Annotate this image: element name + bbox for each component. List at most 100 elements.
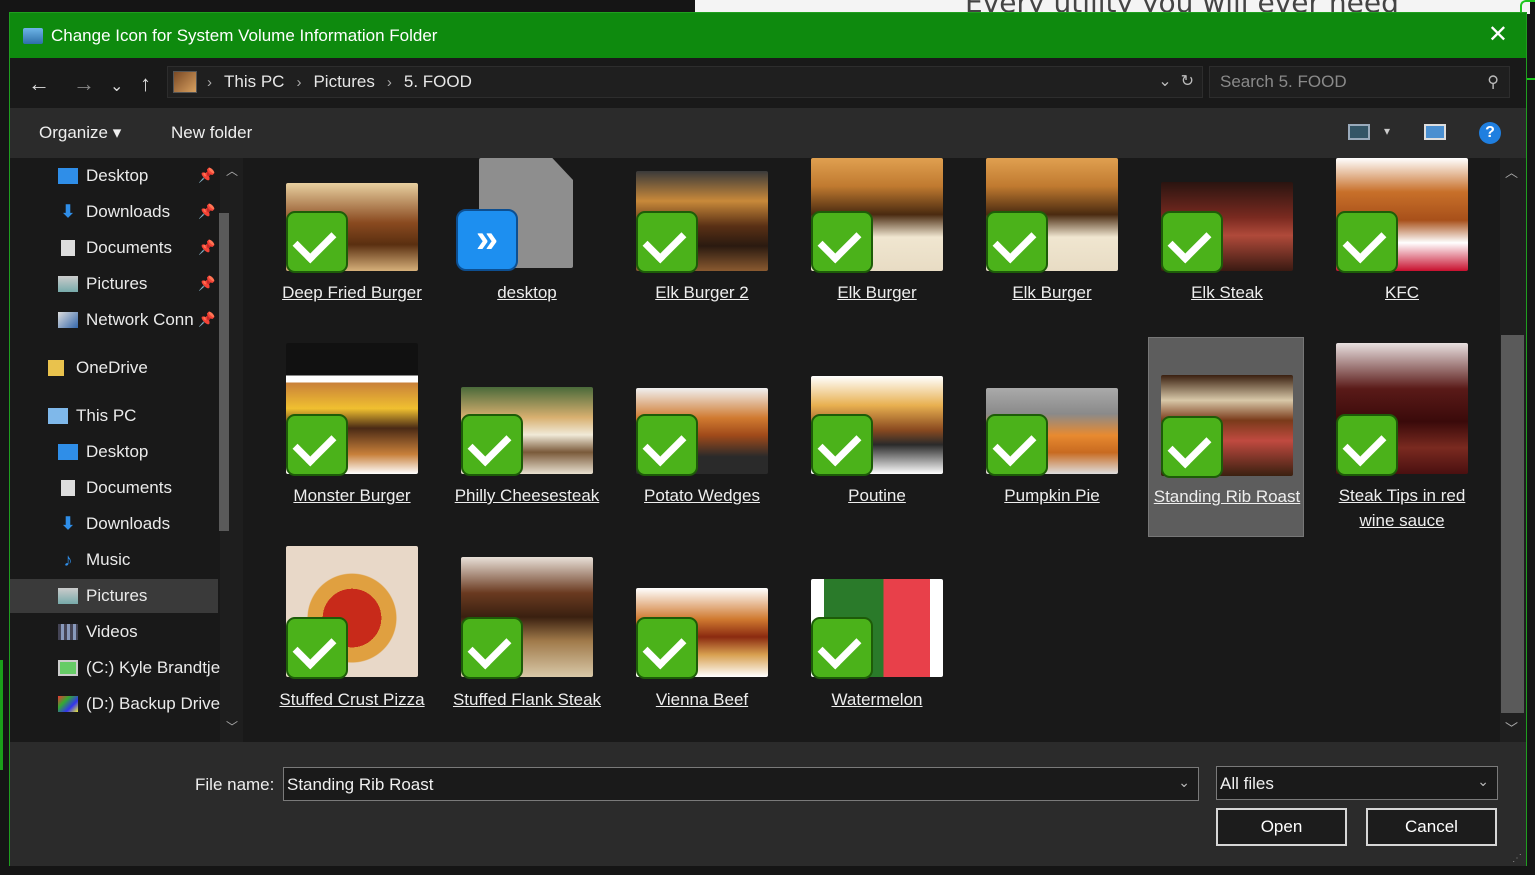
sidebar-item-pictures-quick[interactable]: Pictures	[58, 267, 218, 301]
checkmark-icon	[1161, 416, 1223, 478]
file-name-label: Elk Burger	[837, 283, 917, 302]
dialog-footer: File name: Standing Rib Roast ⌄ All file…	[10, 742, 1526, 866]
file-item-elk-steak[interactable]: Elk Steak	[1149, 158, 1305, 333]
chevron-down-icon[interactable]: ⌄	[1477, 773, 1489, 790]
sidebar-item-label: Desktop	[86, 166, 149, 185]
scroll-up-icon[interactable]: ︿	[226, 162, 238, 179]
file-name-label: Elk Burger	[1012, 283, 1092, 302]
scroll-down-icon[interactable]: ﹀	[1505, 718, 1518, 737]
file-item-watermelon[interactable]: Watermelon	[799, 545, 955, 742]
breadcrumb-separator-icon[interactable]: ›	[296, 74, 301, 91]
forward-icon[interactable]: →	[73, 73, 95, 95]
breadcrumb-pictures[interactable]: Pictures	[313, 72, 374, 92]
pin-icon[interactable]: 📌	[198, 239, 215, 256]
sidebar-item-pictures[interactable]: Pictures	[10, 579, 218, 613]
file-item-poutine[interactable]: Poutine	[799, 341, 955, 536]
help-icon[interactable]: ?	[1479, 122, 1501, 144]
food-thumbnail	[636, 588, 768, 679]
breadcrumb-separator-icon[interactable]: ›	[207, 74, 212, 91]
file-item-stuffed-flank-steak[interactable]: Stuffed Flank Steak	[449, 545, 605, 742]
file-name-label: Elk Burger 2	[655, 283, 749, 302]
sidebar-item-music[interactable]: ♪ Music	[58, 543, 218, 577]
scroll-down-icon[interactable]: ﹀	[226, 718, 238, 735]
checkmark-icon	[286, 414, 348, 476]
back-icon[interactable]: ←	[28, 73, 50, 95]
breadcrumb-separator-icon[interactable]: ›	[387, 74, 392, 91]
organize-menu[interactable]: Organize ▾	[39, 123, 121, 143]
sidebar-item-videos[interactable]: Videos	[58, 615, 218, 649]
pin-icon[interactable]: 📌	[198, 275, 215, 292]
sidebar-item-downloads-quick[interactable]: ⬇ Downloads	[58, 195, 218, 229]
file-grid-scrollbar-thumb[interactable]	[1501, 335, 1524, 713]
file-name-label: KFC	[1385, 283, 1419, 302]
sidebar-item-label: Pictures	[86, 274, 148, 293]
checkmark-icon	[286, 617, 348, 679]
file-name-label: Steak Tips in red wine sauce	[1338, 486, 1466, 530]
sidebar-scrollbar-thumb[interactable]	[219, 213, 229, 531]
sidebar-item-desktop-quick[interactable]: Desktop	[58, 159, 218, 193]
chevron-down-icon[interactable]: ⌄	[1178, 774, 1190, 791]
breadcrumb-5-food[interactable]: 5. FOOD	[404, 72, 472, 92]
cancel-button[interactable]: Cancel	[1366, 808, 1497, 846]
view-options-chevron-icon[interactable]: ▾	[1384, 124, 1390, 138]
file-item-elk-burger[interactable]: Elk Burger	[799, 158, 955, 333]
recent-locations-chevron-icon[interactable]: ⌄	[110, 76, 123, 98]
resize-grip-icon[interactable]: ⋰	[1512, 853, 1522, 864]
pictures-icon	[58, 276, 78, 292]
checkmark-icon	[1336, 414, 1398, 476]
file-item-pumpkin-pie[interactable]: Pumpkin Pie	[974, 341, 1130, 536]
up-folder-icon[interactable]: ↑	[140, 73, 151, 95]
food-thumbnail	[636, 171, 768, 273]
open-button[interactable]: Open	[1216, 808, 1347, 846]
sidebar-item-this-pc[interactable]: This PC	[48, 399, 218, 433]
file-name-label: Philly Cheesesteak	[454, 486, 600, 505]
sidebar-item-documents[interactable]: Documents	[58, 471, 218, 505]
file-item-kfc[interactable]: KFC	[1324, 158, 1480, 333]
food-thumbnail	[986, 158, 1118, 273]
scroll-up-icon[interactable]: ︿	[1505, 162, 1518, 181]
sidebar-item-label: Music	[86, 550, 131, 569]
breadcrumb-this-pc[interactable]: This PC	[224, 72, 284, 92]
change-view-icon[interactable]	[1348, 124, 1370, 140]
sidebar-item-network-connections[interactable]: Network Conn	[58, 303, 198, 337]
sidebar-item-drive-c[interactable]: (C:) Kyle Brandtje	[58, 651, 220, 685]
sidebar-item-downloads[interactable]: ⬇ Downloads	[58, 507, 218, 541]
food-thumbnail	[636, 388, 768, 476]
file-item-elk-burger-2[interactable]: Elk Burger 2	[624, 158, 780, 333]
address-bar[interactable]: › This PC › Pictures › 5. FOOD ⌄ ↻	[167, 66, 1203, 98]
search-icon[interactable]: ⚲	[1487, 72, 1499, 92]
file-item-philly-cheesesteak[interactable]: Philly Cheesesteak	[449, 341, 605, 536]
preview-pane-icon[interactable]	[1424, 124, 1446, 140]
file-item-steak-tips[interactable]: Steak Tips in red wine sauce	[1324, 341, 1480, 536]
pin-icon[interactable]: 📌	[198, 203, 215, 220]
checkmark-icon	[811, 617, 873, 679]
checkmark-icon	[461, 414, 523, 476]
sidebar-item-label: OneDrive	[76, 358, 148, 377]
search-input[interactable]: Search 5. FOOD ⚲	[1209, 66, 1510, 98]
file-item-standing-rib-roast[interactable]: Standing Rib Roast	[1148, 337, 1304, 537]
food-thumbnail	[286, 343, 418, 476]
pin-icon[interactable]: 📌	[198, 167, 215, 184]
new-folder-button[interactable]: New folder	[171, 123, 252, 143]
sidebar-item-documents-quick[interactable]: Documents	[58, 231, 218, 265]
sidebar-item-onedrive[interactable]: OneDrive	[48, 351, 218, 385]
file-name-input[interactable]: Standing Rib Roast ⌄	[283, 767, 1199, 801]
food-thumbnail	[1336, 158, 1468, 273]
sidebar-item-desktop[interactable]: Desktop	[58, 435, 218, 469]
file-item-monster-burger[interactable]: Monster Burger	[274, 341, 430, 536]
address-dropdown-and-refresh-icon[interactable]: ⌄ ↻	[1158, 71, 1194, 91]
file-item-potato-wedges[interactable]: Potato Wedges	[624, 341, 780, 536]
file-item-elk-burger-copy[interactable]: Elk Burger	[974, 158, 1130, 333]
file-name-label: Poutine	[848, 486, 906, 505]
sidebar-item-drive-d[interactable]: (D:) Backup Drive	[58, 687, 220, 721]
file-type-select[interactable]: All files ⌄	[1216, 766, 1498, 800]
pin-icon[interactable]: 📌	[198, 311, 215, 328]
content-area: Desktop ⬇ Downloads Documents Pictures Ne…	[10, 158, 1526, 742]
file-item-vienna-beef[interactable]: Vienna Beef	[624, 545, 780, 742]
file-item-stuffed-crust-pizza[interactable]: Stuffed Crust Pizza	[274, 545, 430, 742]
file-item-desktop[interactable]: » desktop	[449, 158, 605, 333]
close-icon[interactable]: ✕	[1488, 23, 1508, 47]
checkmark-icon	[461, 617, 523, 679]
file-item-deep-fried-burger[interactable]: Deep Fried Burger	[274, 158, 430, 333]
checkmark-icon	[636, 617, 698, 679]
